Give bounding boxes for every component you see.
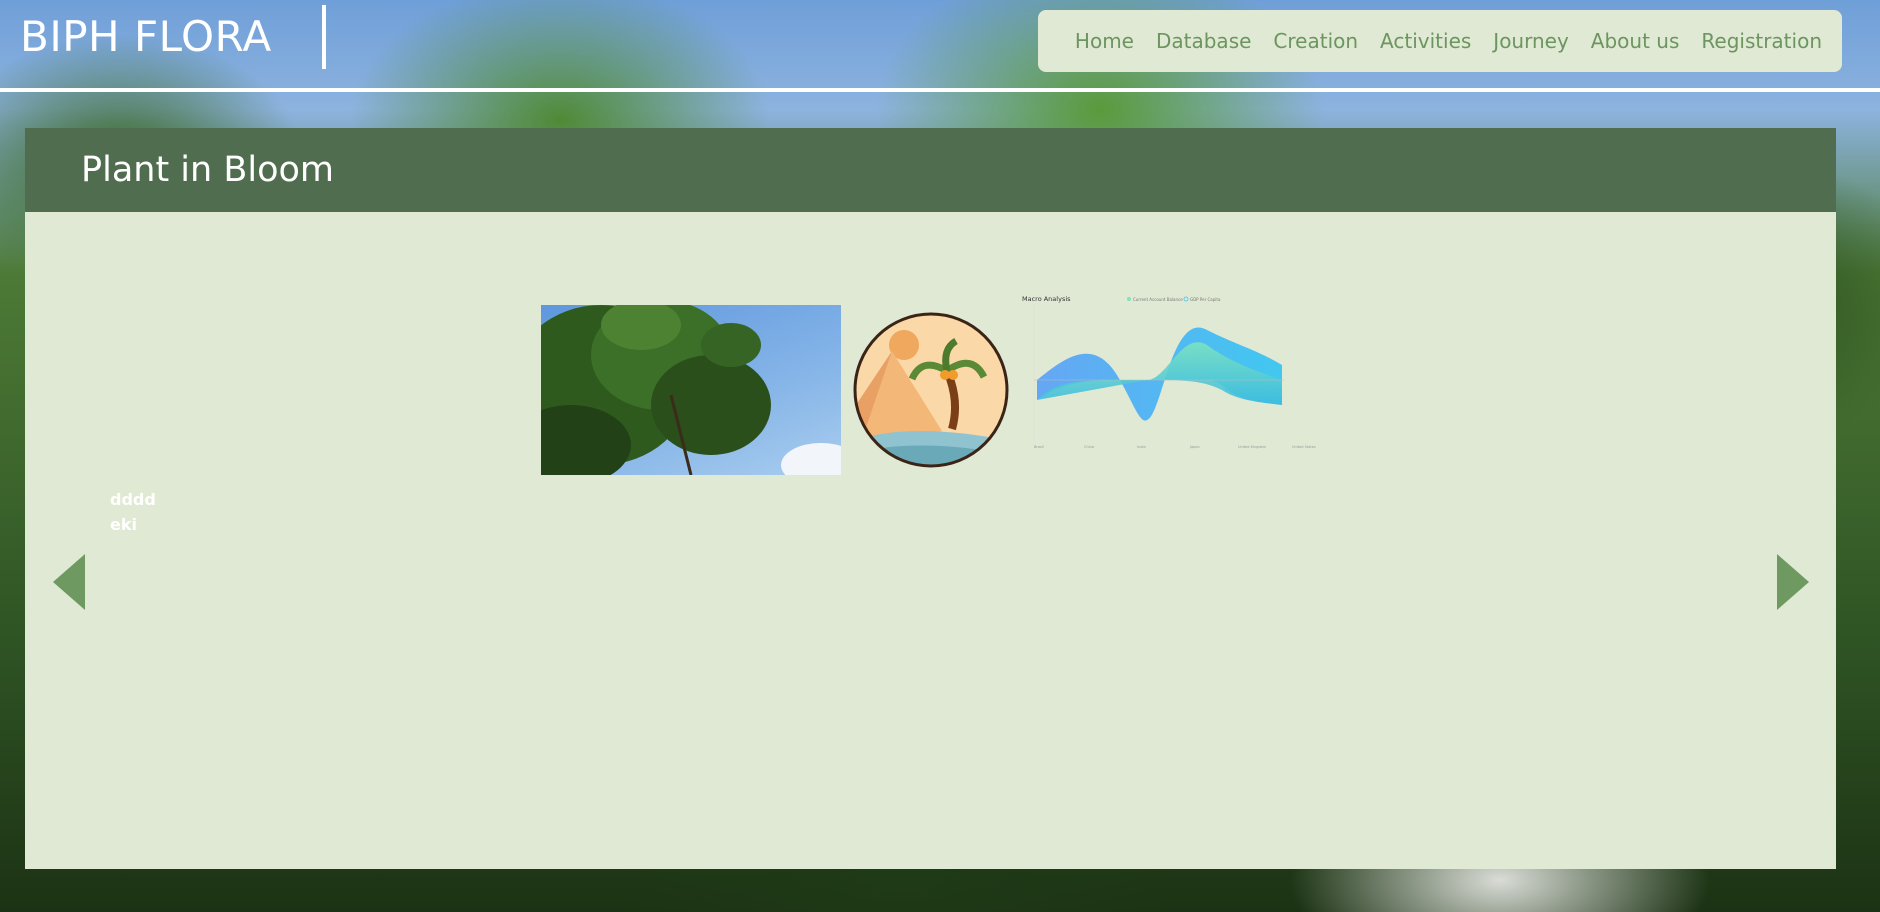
tree-photo[interactable] [541, 305, 841, 475]
caption-line: dddd [110, 490, 156, 509]
slide-caption: dddd eki [110, 487, 156, 537]
macro-analysis-chart-thumb[interactable]: Macro Analysis Current Account Balance G… [1022, 290, 1332, 490]
palm-illustration-image [853, 312, 1009, 468]
header-divider [0, 88, 1880, 92]
chart-thumb-xlabel: China [1084, 445, 1094, 449]
chart-thumb-legend: Current Account Balance [1133, 297, 1183, 302]
nav-database[interactable]: Database [1156, 29, 1251, 53]
main-nav: Home Database Creation Activities Journe… [1038, 10, 1842, 72]
nav-activities[interactable]: Activities [1380, 29, 1471, 53]
prev-arrow-icon[interactable] [53, 554, 85, 610]
chart-thumb-xlabel: Japan [1189, 445, 1200, 449]
nav-journey[interactable]: Journey [1493, 29, 1569, 53]
chart-thumbnail-image: Macro Analysis Current Account Balance G… [1022, 295, 1316, 449]
chart-thumb-xlabel: United Kingdom [1238, 445, 1267, 449]
logo-divider [322, 5, 326, 69]
chart-thumb-xlabel: Brazil [1034, 445, 1044, 449]
tree-photo-image [541, 305, 841, 475]
bloom-panel: Plant in Bloom dddd eki Macro Analysis C… [25, 128, 1836, 869]
nav-registration[interactable]: Registration [1701, 29, 1822, 53]
palm-beach-illustration[interactable] [852, 311, 1010, 469]
chart-thumb-xlabel: United States [1292, 445, 1316, 449]
chart-thumb-legend: GDP Per Capita [1190, 297, 1221, 302]
panel-title: Plant in Bloom [81, 150, 334, 190]
caption-line: eki [110, 515, 137, 534]
nav-about-us[interactable]: About us [1591, 29, 1680, 53]
nav-creation[interactable]: Creation [1273, 29, 1358, 53]
chart-thumb-title: Macro Analysis [1022, 295, 1071, 303]
nav-home[interactable]: Home [1075, 29, 1134, 53]
next-arrow-icon[interactable] [1777, 554, 1809, 610]
site-logo[interactable]: BIPH FLORA [20, 12, 272, 61]
panel-header: Plant in Bloom [25, 128, 1836, 212]
chart-thumb-xlabel: India [1137, 445, 1146, 449]
